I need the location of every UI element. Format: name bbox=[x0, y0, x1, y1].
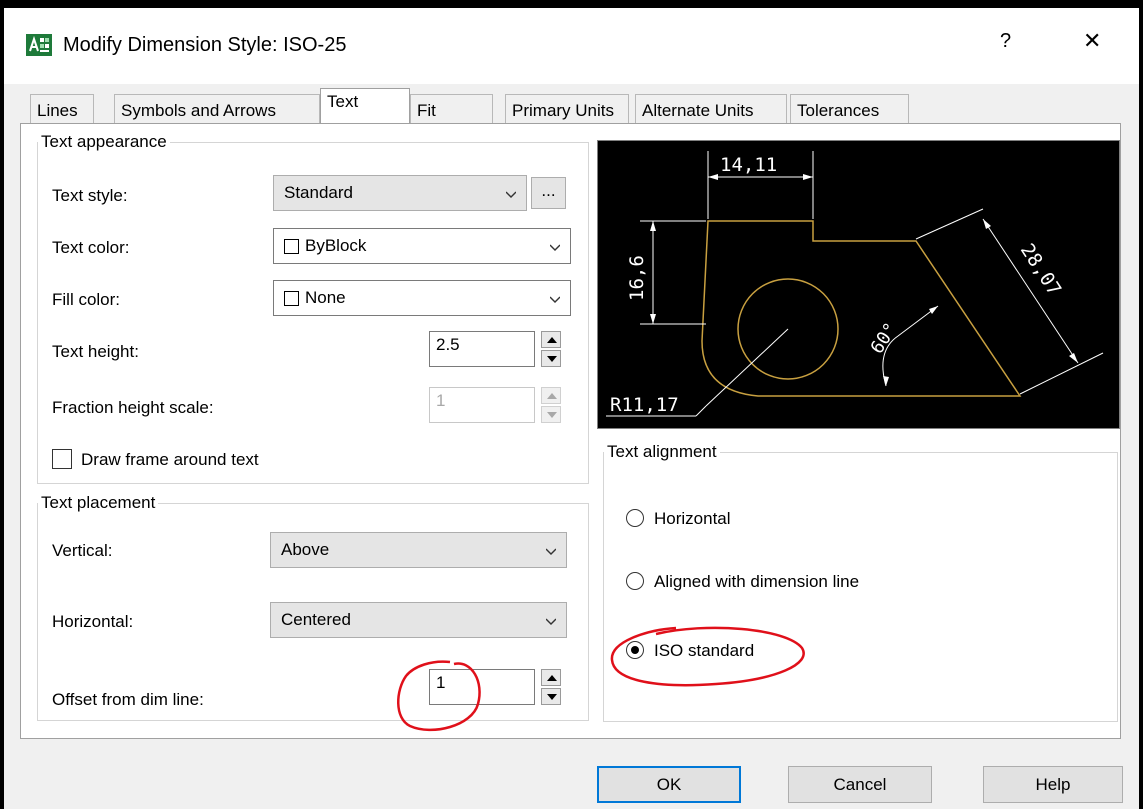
text-color-select[interactable]: ByBlock bbox=[273, 228, 571, 264]
vertical-label: Vertical: bbox=[52, 541, 113, 560]
preview-dim-radius: R11,17 bbox=[610, 394, 679, 416]
text-height-input[interactable]: 2.5 bbox=[429, 331, 535, 367]
preview-dim-left: 16,6 bbox=[626, 255, 648, 301]
fill-color-value: None bbox=[305, 288, 346, 307]
color-swatch-icon bbox=[284, 290, 299, 306]
cancel-button[interactable]: Cancel bbox=[788, 766, 932, 803]
text-appearance-legend: Text appearance bbox=[41, 132, 167, 151]
tab-fit[interactable]: Fit bbox=[410, 94, 493, 123]
text-color-value: ByBlock bbox=[305, 236, 367, 255]
text-style-label: Text style: bbox=[52, 186, 128, 205]
dimension-preview: 14,11 16,6 28,07 60° R11,17 bbox=[597, 140, 1120, 429]
horizontal-alignment-label: Horizontal bbox=[654, 509, 731, 528]
chevron-down-icon bbox=[550, 244, 560, 251]
text-height-stepper[interactable] bbox=[541, 331, 561, 367]
close-button[interactable]: ✕ bbox=[1083, 28, 1107, 54]
preview-geometry bbox=[701, 220, 1022, 397]
horizontal-alignment-radio[interactable] bbox=[626, 509, 644, 527]
horizontal-value: Centered bbox=[281, 610, 351, 629]
color-swatch-icon bbox=[284, 238, 299, 254]
aligned-with-dimension-line-label: Aligned with dimension line bbox=[654, 572, 860, 591]
stepper-down-icon[interactable] bbox=[541, 688, 561, 705]
annotation-circle-iso bbox=[610, 626, 805, 687]
text-style-browse-button[interactable]: ... bbox=[531, 177, 566, 209]
tab-symbols-and-arrows[interactable]: Symbols and Arrows bbox=[114, 94, 320, 123]
window-border-left bbox=[0, 8, 4, 809]
text-height-label: Text height: bbox=[52, 342, 139, 361]
tab-primary-units[interactable]: Primary Units bbox=[505, 94, 629, 123]
horizontal-label: Horizontal: bbox=[52, 612, 134, 631]
stepper-up-icon[interactable] bbox=[541, 387, 561, 404]
window-border-top bbox=[0, 0, 1143, 8]
text-alignment-legend: Text alignment bbox=[607, 442, 717, 461]
fill-color-select[interactable]: None bbox=[273, 280, 571, 316]
preview-dim-top: 14,11 bbox=[720, 154, 777, 176]
preview-dim-angle: 60° bbox=[867, 319, 902, 358]
text-placement-legend: Text placement bbox=[41, 493, 156, 512]
chevron-down-icon bbox=[546, 618, 556, 625]
text-color-label: Text color: bbox=[52, 238, 130, 257]
draw-frame-checkbox[interactable] bbox=[52, 449, 72, 469]
window-title: Modify Dimension Style: ISO-25 bbox=[63, 34, 347, 56]
vertical-placement-select[interactable]: Above bbox=[270, 532, 567, 568]
fraction-height-stepper[interactable] bbox=[541, 387, 561, 423]
annotation-circle-offset bbox=[397, 660, 481, 732]
stepper-down-icon[interactable] bbox=[541, 406, 561, 423]
stepper-up-icon[interactable] bbox=[541, 331, 561, 348]
fill-color-label: Fill color: bbox=[52, 290, 121, 309]
fraction-height-scale-label: Fraction height scale: bbox=[52, 398, 214, 417]
chevron-down-icon bbox=[506, 191, 516, 198]
help-question-button[interactable]: ? bbox=[1000, 30, 1020, 53]
dimension-style-app-icon bbox=[26, 34, 52, 56]
window-border-right bbox=[1139, 8, 1143, 809]
aligned-with-dimension-line-radio[interactable] bbox=[626, 572, 644, 590]
chevron-down-icon bbox=[546, 548, 556, 555]
tab-text[interactable]: Text bbox=[320, 88, 410, 124]
help-button[interactable]: Help bbox=[983, 766, 1123, 803]
offset-stepper[interactable] bbox=[541, 669, 561, 705]
chevron-down-icon bbox=[550, 296, 560, 303]
text-style-select[interactable]: Standard bbox=[273, 175, 527, 211]
tab-lines[interactable]: Lines bbox=[30, 94, 94, 123]
vertical-value: Above bbox=[281, 540, 330, 559]
draw-frame-label: Draw frame around text bbox=[81, 450, 259, 469]
tab-alternate-units[interactable]: Alternate Units bbox=[635, 94, 787, 123]
tab-tolerances[interactable]: Tolerances bbox=[790, 94, 909, 123]
stepper-up-icon[interactable] bbox=[541, 669, 561, 686]
offset-from-dim-line-label: Offset from dim line: bbox=[52, 690, 204, 709]
ok-button[interactable]: OK bbox=[597, 766, 741, 803]
text-style-value: Standard bbox=[284, 183, 353, 202]
preview-dim-right: 28,07 bbox=[1016, 240, 1066, 300]
stepper-down-icon[interactable] bbox=[541, 350, 561, 367]
fraction-height-scale-input[interactable]: 1 bbox=[429, 387, 535, 423]
horizontal-placement-select[interactable]: Centered bbox=[270, 602, 567, 638]
